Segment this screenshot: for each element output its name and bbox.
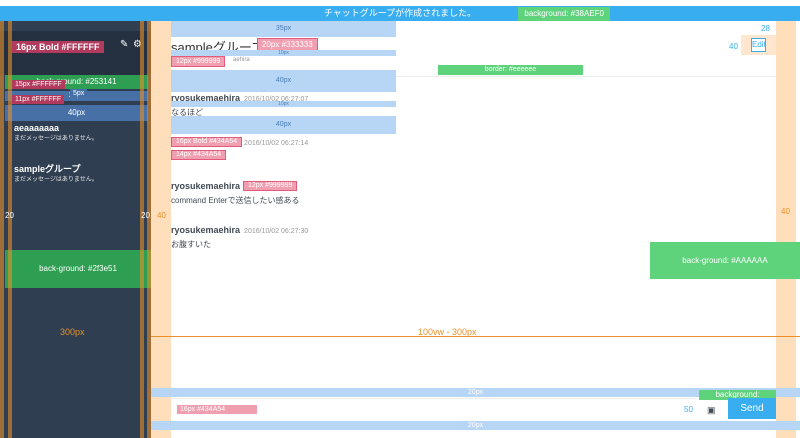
message-body: command Enterで送信したい感ある (171, 196, 300, 205)
group-item[interactable]: aeaaaaaaa まだメッセージはありません。 (14, 122, 98, 144)
banner-spec-tag: background: #38AEF0 (518, 7, 610, 21)
sidebar-header (0, 31, 151, 75)
chat-main: 35px sampleグループ 20px #333333 10px 12px #… (151, 21, 800, 438)
sidebar-left-padding: 20 (5, 211, 14, 220)
message-header: ryosukemaehira (171, 181, 244, 191)
member-name-fragment: aehira (233, 57, 250, 63)
sidebar: 16px Bold #FFFFFF ✎ ⚙ back-ground: #2531… (0, 21, 151, 438)
body-spec: 14px #434A54 (171, 150, 227, 160)
group-last-message: まだメッセージはありません。 (14, 177, 98, 183)
message-spacing-40: 40px (171, 70, 396, 92)
message-user: ryosukemaehira (171, 225, 241, 235)
user-name-spec: 16px Bold #FFFFFF (12, 41, 104, 53)
image-upload-icon[interactable]: ▣ (707, 405, 716, 416)
input-height-50: 50 (684, 405, 693, 414)
message-body: お腹すいた (171, 240, 211, 249)
main-right-guide (776, 21, 796, 438)
message-header: ryosukemaehira 2016/10/02 06:27:30 (171, 225, 308, 235)
main-left-guide (151, 21, 171, 438)
send-button[interactable]: Send (728, 398, 776, 419)
group-last-message: まだメッセージはありません。 (14, 136, 98, 142)
group-name: aeaaaaaaa (14, 123, 60, 133)
sidebar-width-label: 300px (60, 327, 85, 337)
edit-button[interactable]: Edit (751, 38, 766, 52)
banner-text: チャットグループが作成されました。 (323, 8, 477, 18)
main-left-padding: 40 (157, 211, 166, 220)
group-item[interactable]: sampleグループ まだメッセージはありません。 (14, 163, 98, 185)
border-spec: border: #eeeeee (438, 65, 583, 75)
sidebar-bg-spec: back-ground: #2f3e51 (5, 250, 151, 288)
message-time: 2016/10/02 06:27:30 (244, 228, 309, 235)
sidebar-spacing-5: 5px (70, 89, 88, 98)
message-spacing-40b: 40px (171, 116, 396, 134)
input-font-spec: 16px #434A54 (177, 405, 257, 414)
edit-icon[interactable]: ✎ (120, 39, 131, 50)
bold-spec: 16px Bold #434A54 (171, 137, 243, 147)
sidebar-right-padding: 20 (141, 211, 150, 220)
header-spacing-35: 35px (171, 21, 396, 37)
notification-banner: チャットグループが作成されました。 background: #38AEF0 (0, 6, 800, 21)
message-time: 2016/10/02 06:27:14 (244, 140, 309, 147)
sidebar-spacing-40: 40px (5, 105, 148, 121)
sidebar-right-guide (140, 21, 151, 438)
main-right-padding: 40 (781, 207, 790, 216)
footer-spacing-bottom: 20px (151, 421, 800, 430)
edit-height-40: 40 (729, 42, 738, 51)
message-user: ryosukemaehira (171, 181, 241, 191)
main-width-label: 100vw - 300px (418, 327, 477, 337)
message-spacing-10: 10px (171, 101, 396, 107)
sidebar-11px-spec: 11px #FFFFFF (12, 95, 65, 104)
edit-width-28: 28 (761, 24, 770, 33)
sidebar-15px-spec: 15px #FFFFFF (12, 80, 65, 89)
bg-spec-right: back-ground: #AAAAAA (650, 242, 800, 279)
time-spec: 12px #999999 (243, 181, 298, 191)
member-spec: 12px #999999 (171, 56, 226, 67)
group-name: sampleグループ (14, 164, 81, 174)
sidebar-left-guide (0, 21, 12, 438)
app-frame: チャットグループが作成されました。 background: #38AEF0 16… (0, 0, 800, 438)
